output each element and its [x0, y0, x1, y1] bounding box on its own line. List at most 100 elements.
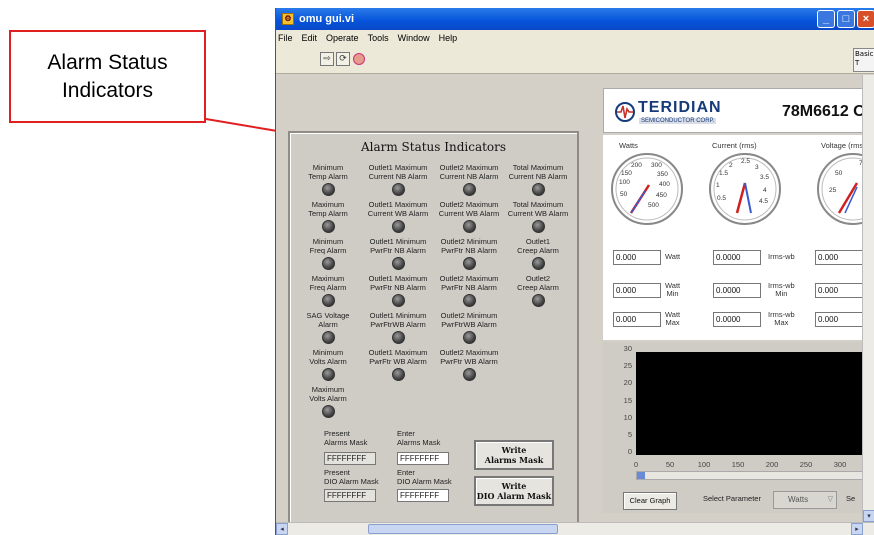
alarm-indicator: Maximum Volts Alarm	[292, 385, 364, 418]
alarm-led-icon	[531, 294, 545, 307]
context-help-icon[interactable]: Basic T	[853, 48, 874, 72]
write-alarms-mask-button[interactable]: Write Alarms Mask	[474, 440, 554, 470]
watt-min-label: Watt Min	[665, 281, 681, 298]
annotation-callout: Alarm Status Indicators	[9, 30, 206, 123]
watt-unit-label: Watt	[665, 252, 681, 261]
current-tick: 0.5	[717, 195, 726, 202]
alarm-indicator-label: Outlet2 Minimum PwrFtr NB Alarm	[440, 237, 498, 255]
alarm-led-icon	[462, 368, 476, 381]
part-number: 78M6612 O	[782, 103, 866, 120]
run-arrow-icon[interactable]: ⇨	[320, 52, 334, 66]
watt-max-label: Watt Max	[665, 310, 681, 327]
watts-tick: 300	[651, 162, 662, 169]
alarm-led-icon	[321, 183, 335, 196]
alarm-indicator-label: Maximum Freq Alarm	[309, 274, 347, 292]
alarm-status-panel: Alarm Status Indicators Minimum Temp Ala…	[288, 131, 579, 535]
truncated-label: Se	[846, 494, 856, 503]
graph-y-tick: 25	[623, 361, 632, 371]
irms-unit-label: Irms-wb	[768, 252, 795, 261]
voltage-value: 0.000	[815, 250, 863, 265]
alarm-indicator: Minimum Temp Alarm	[292, 163, 364, 196]
alarm-indicator-label: Outlet1 Maximum PwrFtr NB Alarm	[368, 274, 428, 292]
alarm-led-icon	[462, 294, 476, 307]
watts-gauge-title: Watts	[619, 141, 638, 150]
watt-max-value: 0.000	[613, 312, 661, 327]
graph-x-tick: 300	[833, 460, 847, 469]
window-title: omu gui.vi	[299, 13, 354, 25]
alarm-led-icon	[391, 368, 405, 381]
alarm-led-icon	[321, 368, 335, 381]
vertical-scrollbar[interactable]: ▾	[862, 75, 874, 522]
alarm-indicator: Maximum Freq Alarm	[292, 274, 364, 307]
horizontal-scroll-thumb[interactable]	[368, 524, 558, 534]
current-tick: 4.5	[759, 198, 768, 205]
enter-dio-mask-input[interactable]: FFFFFFFF	[397, 489, 449, 502]
alarm-led-icon	[462, 220, 476, 233]
current-tick: 3	[755, 164, 759, 171]
maximize-button[interactable]: □	[837, 10, 855, 28]
close-button[interactable]: ×	[857, 10, 874, 28]
watts-tick: 200	[631, 162, 642, 169]
run-continuous-icon[interactable]: ⟳	[336, 52, 350, 66]
chevron-down-icon: ▽	[827, 496, 833, 503]
voltage-tick: 25	[829, 187, 837, 194]
menu-edit[interactable]: Edit	[302, 33, 318, 43]
present-alarms-mask-value: FFFFFFFF	[324, 452, 376, 465]
graph-scrollbar[interactable]	[636, 471, 874, 480]
title-bar[interactable]: ⚙ omu gui.vi _ □ ×	[276, 8, 874, 30]
current-tick: 4	[763, 187, 767, 194]
alarm-indicator-label: Outlet2 Creep Alarm	[517, 274, 559, 292]
watts-tick: 150	[621, 170, 632, 177]
alarm-indicator: Outlet1 Maximum Current NB Alarm	[362, 163, 434, 196]
alarm-led-icon	[391, 183, 405, 196]
enter-alarms-mask-input[interactable]: FFFFFFFF	[397, 452, 449, 465]
menu-tools[interactable]: Tools	[368, 33, 389, 43]
watts-tick: 350	[657, 171, 668, 178]
menu-window[interactable]: Window	[398, 33, 430, 43]
graph-panel: 302520151050 050100150200250300350 Clear…	[603, 342, 874, 513]
alarm-indicator: Outlet2 Minimum PwrFtr NB Alarm	[433, 237, 505, 270]
scroll-left-icon[interactable]: ◂	[276, 523, 288, 535]
graph-scroll-thumb[interactable]	[637, 472, 645, 479]
abort-icon[interactable]	[353, 53, 365, 65]
enter-alarms-mask-label: Enter Alarms Mask	[397, 429, 441, 447]
clear-graph-button[interactable]: Clear Graph	[623, 492, 677, 510]
voltage-gauge-title: Voltage (rms)	[821, 141, 866, 150]
alarm-indicator: Minimum Freq Alarm	[292, 237, 364, 270]
graph-y-tick: 20	[623, 378, 632, 388]
alarm-indicator-label: Maximum Volts Alarm	[309, 385, 347, 403]
window-controls: _ □ ×	[817, 10, 874, 28]
select-parameter-value: Watts	[788, 495, 809, 504]
alarm-led-icon	[531, 220, 545, 233]
alarm-led-icon	[462, 257, 476, 270]
alarm-panel-title: Alarm Status Indicators	[360, 140, 507, 154]
menu-help[interactable]: Help	[439, 33, 458, 43]
meter-display-panel: TERIDIAN SEMICONDUCTOR CORP. 78M6612 O W…	[603, 88, 874, 513]
current-tick: 1	[716, 182, 720, 189]
select-parameter-dropdown[interactable]: Watts ▽	[773, 491, 837, 509]
scroll-down-icon[interactable]: ▾	[863, 510, 874, 522]
alarm-led-icon	[321, 405, 335, 418]
watts-tick: 500	[648, 202, 659, 209]
menu-file[interactable]: File	[278, 33, 293, 43]
write-dio-alarm-mask-button[interactable]: Write DIO Alarm Mask	[474, 476, 554, 506]
horizontal-scrollbar[interactable]: ◂ ▸	[276, 522, 874, 535]
app-icon: ⚙	[282, 13, 294, 25]
menu-operate[interactable]: Operate	[326, 33, 359, 43]
alarm-led-icon	[531, 183, 545, 196]
alarm-led-icon	[391, 257, 405, 270]
waveform-graph-plot[interactable]	[636, 352, 874, 455]
alarm-indicator: Outlet1 Maximum PwrFtr NB Alarm	[362, 274, 434, 307]
alarm-led-icon	[321, 294, 335, 307]
alarm-indicator: Outlet2 Creep Alarm	[502, 274, 574, 307]
front-panel: Alarm Status Indicators Minimum Temp Ala…	[276, 75, 874, 535]
voltage-tick: 50	[835, 170, 843, 177]
watts-gauge: 100 150 200 300 350 400 450 500 50	[611, 153, 683, 225]
minimize-button[interactable]: _	[817, 10, 835, 28]
graph-y-tick: 5	[627, 429, 632, 439]
alarm-led-icon	[321, 220, 335, 233]
alarm-indicator: SAG Voltage Alarm	[292, 311, 364, 344]
scroll-right-icon[interactable]: ▸	[851, 523, 863, 535]
current-tick: 2	[729, 162, 733, 169]
graph-y-tick: 30	[623, 344, 632, 353]
